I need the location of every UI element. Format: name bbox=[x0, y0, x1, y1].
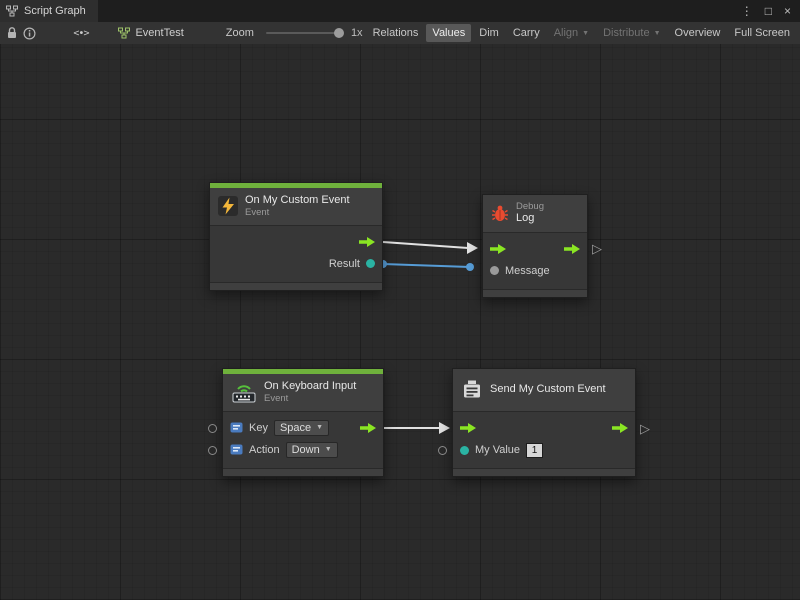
node-footer bbox=[210, 282, 382, 290]
node-header[interactable]: On Keyboard Input Event bbox=[223, 374, 383, 412]
node-send-my-custom-event[interactable]: Send My Custom Event My Value bbox=[452, 368, 636, 477]
relations-button[interactable]: Relations bbox=[367, 24, 425, 42]
node-footer bbox=[483, 289, 587, 297]
my-value-unconnected-port[interactable] bbox=[438, 446, 447, 455]
bug-icon bbox=[491, 204, 509, 222]
port-label-message: Message bbox=[505, 265, 550, 277]
control-output-port[interactable] bbox=[360, 423, 376, 433]
port-label-my-value: My Value bbox=[475, 444, 520, 456]
node-on-my-custom-event[interactable]: On My Custom Event Event Result bbox=[209, 182, 383, 291]
distribute-label: Distribute bbox=[603, 27, 649, 39]
control-input-port[interactable] bbox=[490, 244, 506, 254]
node-title: Send My Custom Event bbox=[490, 383, 606, 396]
control-output-port[interactable] bbox=[564, 244, 580, 254]
control-wire-custom-event-to-log[interactable] bbox=[383, 242, 478, 254]
control-wire-keyboard-to-send-event[interactable] bbox=[384, 422, 450, 434]
control-output-port[interactable] bbox=[359, 237, 375, 247]
node-header[interactable]: Debug Log bbox=[483, 195, 587, 233]
keyboard-icon bbox=[231, 381, 257, 403]
keycode-type-icon bbox=[230, 421, 243, 434]
flow-continuation-icon: ▷ bbox=[592, 242, 602, 255]
graph-canvas[interactable]: On My Custom Event Event Result bbox=[0, 44, 800, 600]
graph-name: EventTest bbox=[135, 27, 183, 39]
tab-script-graph[interactable]: Script Graph bbox=[0, 0, 98, 22]
fullscreen-button[interactable]: Full Screen bbox=[728, 24, 796, 42]
chevron-down-icon: ▼ bbox=[325, 446, 332, 453]
chevron-down-icon: ▼ bbox=[582, 30, 589, 37]
node-header[interactable]: Send My Custom Event bbox=[453, 369, 635, 412]
node-title: On Keyboard Input bbox=[264, 380, 356, 393]
window-close-button[interactable]: × bbox=[784, 0, 791, 22]
lightning-bolt-icon bbox=[218, 196, 238, 216]
chevron-down-icon: ▼ bbox=[654, 30, 661, 37]
align-button[interactable]: Align ▼ bbox=[548, 24, 595, 42]
node-title: On My Custom Event bbox=[245, 194, 350, 207]
carry-button[interactable]: Carry bbox=[507, 24, 546, 42]
window-controls: ⋮ □ × bbox=[741, 0, 800, 22]
distribute-button[interactable]: Distribute ▼ bbox=[597, 24, 666, 42]
tab-label: Script Graph bbox=[24, 5, 86, 17]
key-unconnected-port[interactable] bbox=[208, 424, 217, 433]
control-input-port[interactable] bbox=[460, 423, 476, 433]
value-output-port-result[interactable] bbox=[366, 259, 375, 268]
node-footer bbox=[223, 468, 383, 476]
control-output-port[interactable] bbox=[612, 423, 628, 433]
action-dropdown[interactable]: Down ▼ bbox=[286, 442, 338, 458]
overview-button[interactable]: Overview bbox=[669, 24, 727, 42]
zoom-slider-handle[interactable] bbox=[334, 28, 344, 38]
value-input-port-message[interactable] bbox=[490, 266, 499, 275]
node-on-keyboard-input[interactable]: On Keyboard Input Event Key Space ▼ bbox=[222, 368, 384, 477]
zoom-slider[interactable] bbox=[266, 32, 341, 34]
graph-reference[interactable]: EventTest bbox=[118, 27, 183, 39]
dim-button[interactable]: Dim bbox=[473, 24, 505, 42]
value-wire-result-to-message[interactable] bbox=[379, 260, 474, 271]
code-view-icon[interactable]: <∙> bbox=[73, 28, 88, 39]
script-graph-icon bbox=[6, 5, 18, 17]
zoom-value: 1x bbox=[351, 27, 363, 39]
my-value-input[interactable] bbox=[526, 443, 543, 458]
key-dropdown[interactable]: Space ▼ bbox=[274, 420, 329, 436]
lock-icon[interactable] bbox=[4, 24, 20, 42]
action-dropdown-value: Down bbox=[292, 444, 320, 456]
connections-layer bbox=[0, 44, 800, 600]
node-footer bbox=[453, 468, 635, 476]
graph-toolbar: <∙> EventTest Zoom 1x Relations Values D… bbox=[0, 22, 800, 45]
value-input-port-my-value[interactable] bbox=[460, 446, 469, 455]
window-menu-button[interactable]: ⋮ bbox=[741, 0, 753, 22]
window-tab-bar: Script Graph ⋮ □ × bbox=[0, 0, 800, 22]
node-category: Debug bbox=[516, 201, 544, 212]
port-label-key: Key bbox=[249, 422, 268, 434]
port-label-action: Action bbox=[249, 444, 280, 456]
send-event-icon bbox=[461, 379, 483, 401]
action-unconnected-port[interactable] bbox=[208, 446, 217, 455]
chevron-down-icon: ▼ bbox=[316, 424, 323, 431]
align-label: Align bbox=[554, 27, 578, 39]
flow-continuation-icon: ▷ bbox=[640, 422, 650, 435]
node-header[interactable]: On My Custom Event Event bbox=[210, 188, 382, 226]
port-label-result: Result bbox=[329, 258, 360, 270]
key-dropdown-value: Space bbox=[280, 422, 311, 434]
press-state-type-icon bbox=[230, 443, 243, 456]
node-title: Log bbox=[516, 212, 544, 225]
graph-asset-icon bbox=[118, 27, 130, 39]
info-icon[interactable] bbox=[22, 24, 38, 42]
node-subtitle: Event bbox=[264, 393, 356, 404]
node-debug-log[interactable]: Debug Log Message bbox=[482, 194, 588, 298]
node-subtitle: Event bbox=[245, 207, 350, 218]
values-button[interactable]: Values bbox=[426, 24, 471, 42]
zoom-label: Zoom bbox=[226, 27, 254, 39]
window-maximize-button[interactable]: □ bbox=[765, 0, 772, 22]
